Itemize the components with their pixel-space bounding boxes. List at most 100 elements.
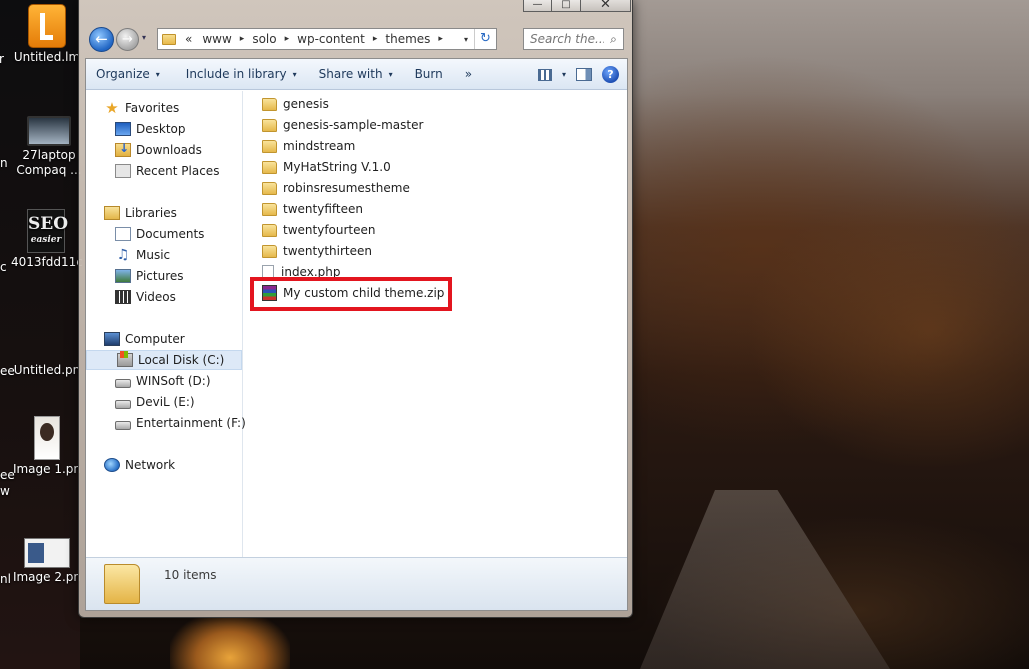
nav-label: Libraries (125, 206, 177, 220)
nav-videos[interactable]: Videos (115, 287, 176, 307)
file-name: twentythirteen (283, 244, 372, 258)
desktop-icon-untitled-png[interactable]: Untitled.pn (12, 363, 82, 378)
burn-button[interactable]: Burn (406, 59, 452, 90)
details-pane: 10 items (86, 557, 627, 610)
nav-desktop[interactable]: Desktop (115, 119, 186, 139)
chevron-right-icon[interactable]: ▸ (237, 34, 248, 44)
folder-icon (262, 118, 277, 132)
nav-music[interactable]: ♫ Music (115, 245, 170, 265)
photo-icon (34, 416, 60, 460)
chevron-down-icon: ▾ (292, 69, 297, 79)
nav-label: Downloads (136, 143, 202, 157)
file-name: twentyfifteen (283, 202, 363, 216)
desktop-icon-image-2[interactable]: Image 2.pn (12, 538, 82, 585)
desktop-icon-image-1[interactable]: Image 1.pn (12, 416, 82, 477)
preview-pane-icon[interactable] (576, 68, 592, 81)
share-with-button[interactable]: Share with ▾ (310, 59, 402, 90)
edge-label: w (0, 484, 10, 498)
search-icon[interactable]: ⌕ (604, 32, 623, 47)
desktop-icon-label: 27laptop (22, 148, 76, 162)
folder-icon (262, 223, 277, 237)
file-name: genesis (283, 97, 329, 111)
address-bar[interactable]: « www ▸ solo ▸ wp-content ▸ themes ▸ ▾ ↻ (157, 28, 497, 50)
desktop-icon-untitled-lm[interactable]: Untitled.lm (12, 4, 82, 65)
breadcrumb-solo[interactable]: solo (247, 32, 281, 46)
maximize-button[interactable]: □ (552, 0, 581, 12)
nav-label: Entertainment (F:) (136, 416, 246, 430)
back-button[interactable]: ← (89, 27, 114, 52)
star-icon: ★ (105, 99, 119, 117)
nav-network[interactable]: Network (104, 455, 175, 475)
navigation-pane: ★ Favorites Desktop Downloads Recent Pla… (86, 91, 246, 557)
nav-recent-places[interactable]: Recent Places (115, 161, 219, 181)
navigation-bar: ← → ▾ « www ▸ solo ▸ wp-content ▸ themes… (87, 27, 627, 54)
nav-documents[interactable]: Documents (115, 224, 204, 244)
nav-label: Network (125, 458, 176, 472)
forward-button[interactable]: → (116, 28, 139, 51)
nav-winsoft-d[interactable]: WINSoft (D:) (115, 371, 211, 391)
nav-label: Pictures (136, 269, 184, 283)
pictures-icon (115, 269, 131, 283)
desktop-icon-27laptop[interactable]: 27laptop Compaq ... (14, 116, 84, 178)
file-item-folder[interactable]: genesis-sample-master (262, 115, 423, 135)
nav-computer[interactable]: Computer (104, 329, 185, 349)
nav-entertainment-f[interactable]: Entertainment (F:) (115, 413, 246, 433)
close-button[interactable]: ✕ (581, 0, 631, 12)
highlight-annotation (250, 277, 452, 311)
view-options-dropdown[interactable]: ▾ (562, 70, 566, 79)
nav-devil-e[interactable]: DeviL (E:) (115, 392, 195, 412)
refresh-button[interactable]: ↻ (474, 29, 496, 49)
file-name: mindstream (283, 139, 356, 153)
breadcrumb-www[interactable]: www (197, 32, 236, 46)
chevron-right-icon[interactable]: ▸ (435, 34, 446, 44)
breadcrumb-themes[interactable]: themes (380, 32, 435, 46)
organize-button[interactable]: Organize ▾ (86, 59, 169, 90)
more-commands-button[interactable]: » (456, 59, 481, 90)
computer-icon (104, 332, 120, 346)
file-item-folder[interactable]: genesis (262, 94, 329, 114)
file-item-folder[interactable]: twentyfourteen (262, 220, 376, 240)
item-count: 10 items (164, 568, 217, 582)
edge-label: n (0, 156, 8, 170)
share-with-label: Share with (318, 67, 383, 81)
file-item-folder[interactable]: MyHatString V.1.0 (262, 157, 391, 177)
minimize-button[interactable]: — (523, 0, 552, 12)
folder-icon (262, 244, 277, 258)
nav-favorites[interactable]: ★ Favorites (104, 98, 179, 118)
nav-label: Favorites (125, 101, 180, 115)
desktop-icon-4013fdd11c[interactable]: SEO easier 4013fdd11c (11, 209, 83, 270)
nav-label: Desktop (136, 122, 186, 136)
seo-icon-subtext: easier (30, 235, 62, 245)
chevron-right-icon[interactable]: ▸ (282, 34, 293, 44)
nav-local-disk-c[interactable]: Local Disk (C:) (86, 350, 242, 370)
desktop-icon-label: Untitled.pn (13, 363, 81, 377)
chevron-down-icon: ▾ (155, 69, 160, 79)
nav-label: Documents (136, 227, 205, 241)
network-icon (104, 458, 120, 472)
nav-downloads[interactable]: Downloads (115, 140, 202, 160)
view-controls: ▾ ? (537, 59, 619, 90)
recent-pages-dropdown[interactable]: ▾ (142, 33, 146, 42)
edge-label: nl (0, 572, 11, 586)
file-item-folder[interactable]: mindstream (262, 136, 355, 156)
nav-label: DeviL (E:) (136, 395, 195, 409)
file-item-folder[interactable]: twentythirteen (262, 241, 372, 261)
include-in-library-button[interactable]: Include in library ▾ (177, 59, 306, 90)
breadcrumb-overflow[interactable]: « (180, 32, 197, 46)
desktop-icon-label: Image 1.pn (12, 462, 82, 476)
change-view-icon[interactable] (537, 68, 552, 81)
search-box[interactable]: ⌕ (523, 28, 624, 50)
file-item-folder[interactable]: twentyfifteen (262, 199, 363, 219)
nav-libraries[interactable]: Libraries (104, 203, 177, 223)
chevron-right-icon[interactable]: ▸ (370, 34, 381, 44)
explorer-content: Organize ▾ Include in library ▾ Share with… (85, 58, 628, 611)
explorer-window: — □ ✕ ← → ▾ « www ▸ solo ▸ wp-content ▸ … (78, 0, 633, 618)
help-icon[interactable]: ? (602, 66, 619, 83)
file-item-folder[interactable]: robinsresumestheme (262, 178, 410, 198)
search-input[interactable] (530, 32, 604, 46)
address-dropdown-icon[interactable]: ▾ (458, 35, 474, 44)
caption-buttons: — □ ✕ (523, 0, 631, 12)
edge-label: ee (0, 468, 15, 482)
nav-pictures[interactable]: Pictures (115, 266, 184, 286)
breadcrumb-wp-content[interactable]: wp-content (292, 32, 370, 46)
